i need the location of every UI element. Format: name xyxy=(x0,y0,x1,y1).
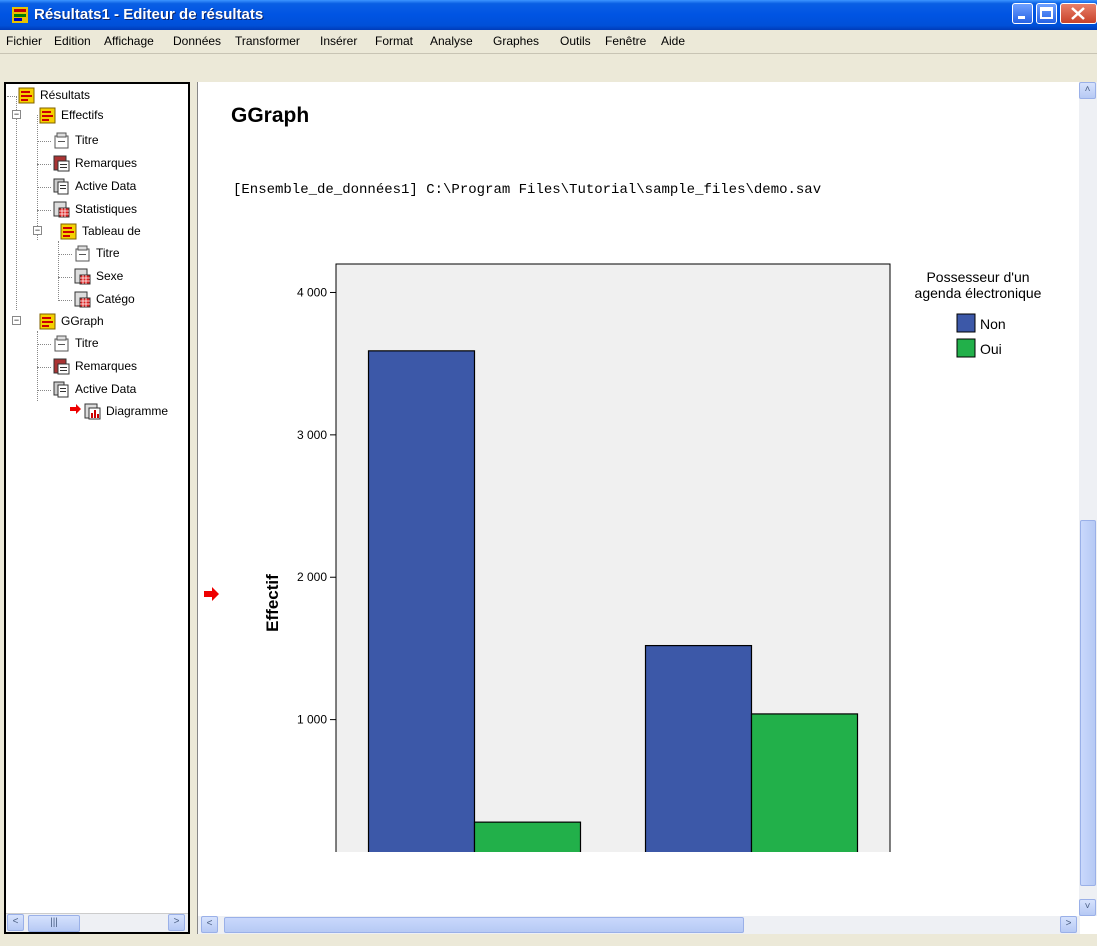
minimize-button[interactable] xyxy=(1012,3,1033,24)
collapse-toggle[interactable]: − xyxy=(12,110,21,119)
scroll-thumb[interactable] xyxy=(224,917,744,933)
close-icon xyxy=(1071,7,1085,20)
window-title: Résultats1 - Editeur de résultats xyxy=(34,6,264,23)
pane-splitter[interactable] xyxy=(190,82,197,934)
y-tick-label: 3 000 xyxy=(297,428,327,442)
outline-book-icon xyxy=(60,223,77,240)
scroll-down-button[interactable]: ˅ xyxy=(1079,899,1096,916)
title-doc-icon xyxy=(54,132,69,149)
menu-donnees[interactable]: Données xyxy=(173,34,221,48)
content-horizontal-scrollbar[interactable]: < > xyxy=(198,916,1080,934)
app-window: Résultats1 - Editeur de résultats Fichie… xyxy=(0,0,1097,946)
menu-edition[interactable]: Edition xyxy=(54,34,91,48)
outline-book-icon xyxy=(39,107,56,124)
y-tick-label: 2 000 xyxy=(297,570,327,584)
close-button[interactable] xyxy=(1060,3,1097,24)
menu-format[interactable]: Format xyxy=(375,34,413,48)
scroll-thumb[interactable]: ||| xyxy=(28,915,80,932)
bar-non-oui xyxy=(644,644,753,852)
y-axis-title: Effectif xyxy=(263,574,282,632)
chart-icon xyxy=(84,403,101,420)
dataset-path[interactable]: [Ensemble_de_données1] C:\Program Files\… xyxy=(233,182,821,198)
notes-icon xyxy=(53,155,70,172)
document-icon xyxy=(53,178,69,195)
legend-swatch-oui xyxy=(956,338,976,358)
bar-chart[interactable]: 01 0002 0003 0004 000NonOuiService sans … xyxy=(228,252,1078,852)
legend-label-non: Non xyxy=(980,316,1006,332)
scroll-thumb[interactable] xyxy=(1080,520,1096,886)
current-item-arrow-icon xyxy=(70,404,81,414)
outline-book-icon xyxy=(39,313,56,330)
app-icon xyxy=(12,7,28,23)
current-item-arrow-icon xyxy=(204,587,219,601)
bar-oui-non xyxy=(473,821,582,852)
maximize-icon xyxy=(1040,7,1053,19)
menu-transformer[interactable]: Transformer xyxy=(235,34,300,48)
scroll-left-button[interactable]: < xyxy=(7,914,24,931)
scroll-up-button[interactable]: ˄ xyxy=(1079,82,1096,99)
menu-inserer[interactable]: Insérer xyxy=(320,34,357,48)
maximize-button[interactable] xyxy=(1036,3,1057,24)
title-bar[interactable]: Résultats1 - Editeur de résultats xyxy=(0,0,1097,30)
collapse-toggle[interactable]: − xyxy=(33,226,42,235)
bar-oui-oui xyxy=(750,713,859,852)
document-icon xyxy=(53,381,69,398)
output-heading[interactable]: GGraph xyxy=(231,104,309,128)
collapse-toggle[interactable]: − xyxy=(12,316,21,325)
outline-horizontal-scrollbar[interactable]: < ||| > xyxy=(6,913,188,932)
legend-title: agenda électronique xyxy=(915,285,1042,301)
y-tick-label: 1 000 xyxy=(297,713,327,727)
outline-pane: Résultats − Effectifs Titre Remarques Ac… xyxy=(4,82,190,934)
legend-swatch-non xyxy=(956,313,976,333)
menu-graphes[interactable]: Graphes xyxy=(493,34,539,48)
legend-label-oui: Oui xyxy=(980,341,1002,357)
legend-title: Possesseur d'un xyxy=(926,269,1029,285)
scroll-right-button[interactable]: > xyxy=(168,914,185,931)
table-icon xyxy=(74,268,91,285)
scroll-right-button[interactable]: > xyxy=(1060,916,1077,933)
menu-bar: Fichier Edition Affichage Données Transf… xyxy=(0,30,1097,54)
menu-outils[interactable]: Outils xyxy=(560,34,591,48)
menu-fichier[interactable]: Fichier xyxy=(6,34,42,48)
table-icon xyxy=(74,291,91,308)
content-pane: GGraph [Ensemble_de_données1] C:\Program… xyxy=(197,82,1097,934)
menu-affichage[interactable]: Affichage xyxy=(104,34,154,48)
menu-fenetre[interactable]: Fenêtre xyxy=(605,34,646,48)
outline-tree: Résultats − Effectifs Titre Remarques Ac… xyxy=(6,84,188,914)
title-doc-icon xyxy=(75,245,90,262)
title-doc-icon xyxy=(54,335,69,352)
outline-book-icon xyxy=(18,87,35,104)
y-tick-label: 4 000 xyxy=(297,285,327,299)
minimize-icon xyxy=(1018,16,1025,19)
scroll-left-button[interactable]: < xyxy=(201,916,218,933)
bar-non-non xyxy=(367,350,476,852)
table-icon xyxy=(53,201,70,218)
menu-aide[interactable]: Aide xyxy=(661,34,685,48)
content-vertical-scrollbar[interactable]: ˄ ˅ xyxy=(1079,82,1097,916)
notes-icon xyxy=(53,358,70,375)
menu-analyse[interactable]: Analyse xyxy=(430,34,473,48)
